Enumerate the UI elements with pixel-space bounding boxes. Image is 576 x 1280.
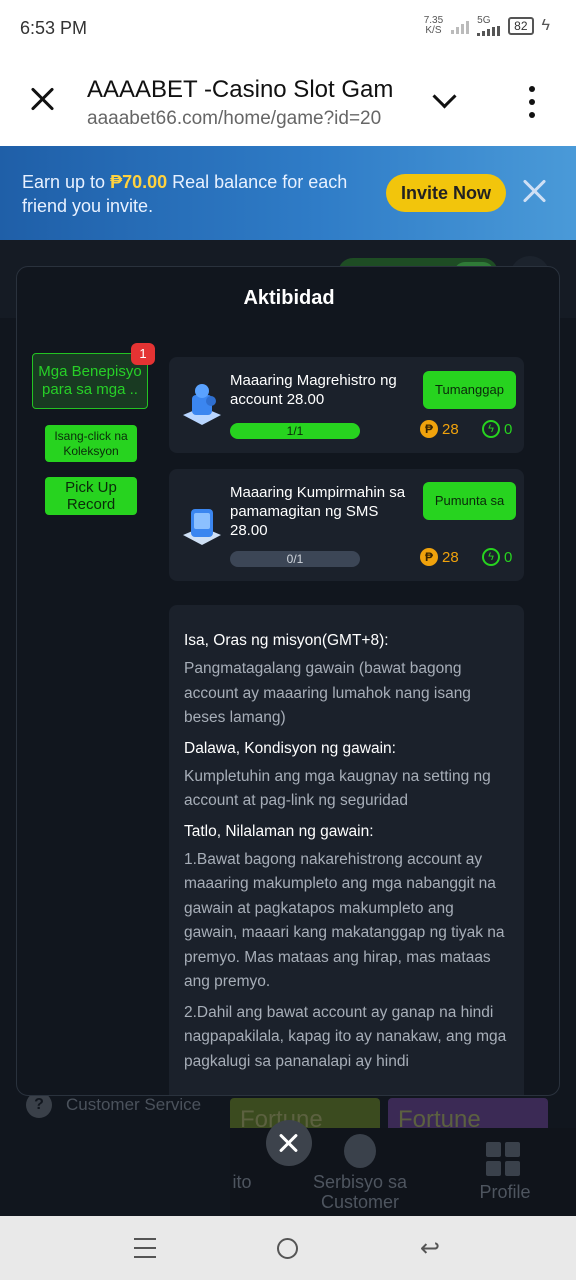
home-icon[interactable] <box>277 1238 298 1259</box>
lightning-icon: ϟ <box>482 548 500 566</box>
headset-icon <box>344 1134 376 1168</box>
rule-text: 2.Dahil ang bawat account ay ganap na hi… <box>184 1003 507 1070</box>
signal-5g-icon <box>477 26 501 36</box>
grid-icon <box>486 1142 520 1176</box>
rule-text: 1.Bawat bagong nakarehistrong account ay… <box>184 850 505 991</box>
task-card: Maaaring Magrehistro ng account 28.00 Tu… <box>169 357 524 453</box>
rule-heading: Tatlo, Nilalaman ng gawain: <box>184 822 374 840</box>
user-register-icon <box>183 384 221 425</box>
page-title: AAAABET -Casino Slot Gam <box>87 76 394 103</box>
system-nav-bar: ↩ <box>0 1216 576 1280</box>
invite-amount: ₱70.00 <box>110 172 168 192</box>
rules-panel[interactable]: Isa, Oras ng misyon(GMT+8): Pangmatagala… <box>169 605 524 1095</box>
tab-one-click-collect[interactable]: Isang-click na Koleksyon <box>45 425 137 462</box>
modal-title: Aktibidad <box>243 287 335 309</box>
tab-pick-up-record[interactable]: Pick Up Record <box>45 477 137 515</box>
status-icons: 7.35 K/S 5G 82 ϟ <box>424 16 550 36</box>
back-icon[interactable]: ↩ <box>420 1234 440 1263</box>
battery-icon: 82 <box>508 17 534 35</box>
invite-banner: Earn up to ₱70.00 Real balance for each … <box>0 146 576 240</box>
coin-icon: ₱ <box>420 420 438 438</box>
coin-icon: ₱ <box>420 548 438 566</box>
invite-text: Earn up to ₱70.00 Real balance for each … <box>22 172 348 216</box>
network-type: 5G <box>477 15 491 26</box>
invite-now-button[interactable]: Invite Now <box>386 174 506 212</box>
energy-reward: ϟ 0 <box>482 420 512 438</box>
chevron-down-icon[interactable] <box>432 88 460 116</box>
browser-toolbar: AAAABET -Casino Slot Gam aaaabet66.com/h… <box>0 58 576 146</box>
task-card: Maaaring Kumpirmahin sa pamamagitan ng S… <box>169 469 524 581</box>
more-menu-icon[interactable] <box>526 86 538 118</box>
status-time: 6:53 PM <box>20 18 88 38</box>
rule-heading: Dalawa, Kondisyon ng gawain: <box>184 739 396 757</box>
progress-bar: 1/1 <box>230 423 360 439</box>
banner-close-icon[interactable] <box>520 176 550 206</box>
lightning-icon: ϟ <box>482 420 500 438</box>
phone-sms-icon <box>183 509 221 545</box>
notification-badge: 1 <box>131 343 155 365</box>
task-name: Maaaring Magrehistro ng account 28.00 <box>230 372 397 408</box>
page-url: aaaabet66.com/home/game?id=20 <box>87 108 382 129</box>
task-name: Maaaring Kumpirmahin sa pamamagitan ng S… <box>230 484 406 539</box>
rule-text: Pangmatagalang gawain (bawat bagong acco… <box>184 660 471 726</box>
coin-reward: ₱ 28 <box>420 420 459 438</box>
progress-bar: 0/1 <box>230 551 360 567</box>
signal-icon <box>451 18 470 34</box>
recent-apps-icon[interactable] <box>134 1238 156 1258</box>
rule-heading: Isa, Oras ng misyon(GMT+8): <box>184 632 389 649</box>
charging-icon: ϟ <box>541 17 550 34</box>
status-bar: 6:53 PM 7.35 K/S 5G 82 ϟ <box>0 0 576 58</box>
rule-text: Kumpletuhin ang mga kaugnay na setting n… <box>184 767 491 810</box>
activity-modal: Aktibidad Mga Benepisyo para sa mga .. 1… <box>16 266 560 1096</box>
close-modal-button[interactable] <box>266 1120 312 1166</box>
energy-reward: ϟ 0 <box>482 548 512 566</box>
go-to-button[interactable]: Pumunta sa <box>423 482 516 520</box>
close-icon[interactable] <box>26 82 60 116</box>
coin-reward: ₱ 28 <box>420 548 459 566</box>
receive-button[interactable]: Tumanggap <box>423 371 516 409</box>
net-speed: 7.35 K/S <box>423 15 444 36</box>
